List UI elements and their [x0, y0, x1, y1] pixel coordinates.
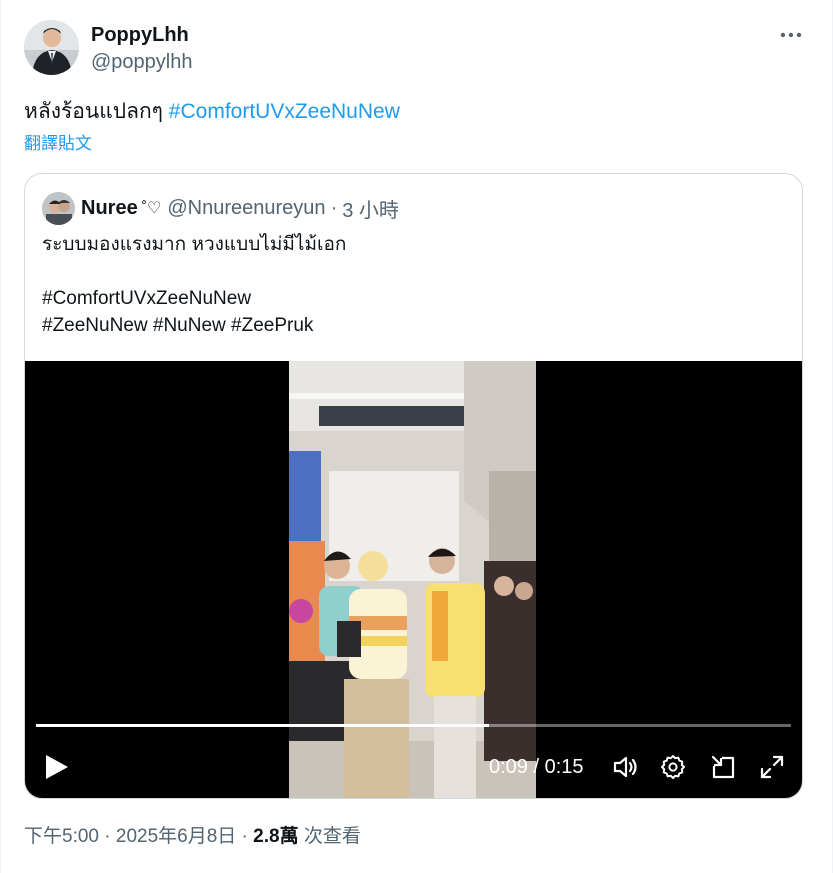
more-horizontal-icon: [780, 32, 802, 38]
video-time-divider: /: [527, 756, 545, 778]
video-progress-bar[interactable]: [36, 724, 791, 727]
picture-in-picture-icon: [711, 755, 735, 779]
video-elapsed-time: 0:09: [489, 756, 528, 778]
tweet-text: หลังร้อนแปลกๆ: [24, 100, 163, 123]
views-label: 次查看: [298, 826, 361, 847]
quoted-tweet-header: Nuree ˚♡ @Nnureenureyun · 3 小時: [42, 191, 399, 225]
quoted-author-avatar: [42, 191, 75, 225]
quoted-text-line: ระบบมองแรงมาก หวงแบบไม่มีไม้เอก: [42, 234, 347, 255]
fullscreen-button[interactable]: [757, 752, 787, 782]
quoted-timestamp: 3 小時: [342, 199, 399, 222]
author-avatar[interactable]: [24, 20, 79, 75]
more-options-button[interactable]: [773, 24, 809, 46]
video-frame: [289, 361, 536, 798]
views-count: 2.8萬: [253, 826, 299, 847]
quoted-author-handle: @Nnureenureyun: [167, 196, 326, 219]
meta-separator: ·: [236, 826, 254, 847]
video-time-readout: 0:09 / 0:15: [489, 755, 584, 779]
tweet-date-link[interactable]: 2025年6月8日: [116, 826, 236, 847]
quoted-tweet-text: ระบบมองแรงมาก หวงแบบไม่มีไม้เอก #Comfort…: [42, 231, 346, 339]
quoted-text-line: #ComfortUVxZeeNuNew: [42, 288, 252, 309]
quoted-tweet-card[interactable]: Nuree ˚♡ @Nnureenureyun · 3 小時 ระบบมองแร…: [24, 173, 803, 799]
quoted-author-emoji: ˚♡: [141, 200, 162, 217]
quoted-author-display-name: Nuree: [81, 196, 138, 219]
video-player[interactable]: 0:09 / 0:15: [25, 361, 802, 798]
quoted-text-line: #ZeeNuNew #NuNew #ZeePruk: [42, 315, 314, 336]
quoted-text-line: [42, 258, 346, 285]
volume-button[interactable]: [610, 752, 640, 782]
author-display-name[interactable]: PoppyLhh: [91, 22, 192, 48]
tweet-time-link[interactable]: 下午5:00: [24, 826, 99, 847]
meta-separator: ·: [98, 826, 116, 847]
gear-icon: [661, 755, 685, 779]
picture-in-picture-button[interactable]: [708, 752, 738, 782]
volume-icon: [613, 756, 637, 778]
tweet-header: PoppyLhh @poppylhh: [24, 18, 809, 80]
translate-post-link[interactable]: 翻譯貼文: [24, 133, 92, 155]
fullscreen-icon: [760, 755, 784, 779]
settings-button[interactable]: [658, 752, 688, 782]
left-border: [0, 0, 1, 873]
tweet-hashtag-link[interactable]: #ComfortUVxZeeNuNew: [169, 100, 400, 123]
author-handle[interactable]: @poppylhh: [91, 48, 192, 76]
tweet-meta: 下午5:00 · 2025年6月8日 · 2.8萬 次查看: [24, 825, 361, 849]
tweet-body: หลังร้อนแปลกๆ #ComfortUVxZeeNuNew: [24, 97, 400, 127]
quoted-separator: ·: [330, 196, 338, 219]
video-duration: 0:15: [544, 756, 584, 778]
play-icon: [46, 755, 68, 779]
play-button[interactable]: [40, 749, 72, 785]
video-progress-fill: [36, 724, 489, 727]
